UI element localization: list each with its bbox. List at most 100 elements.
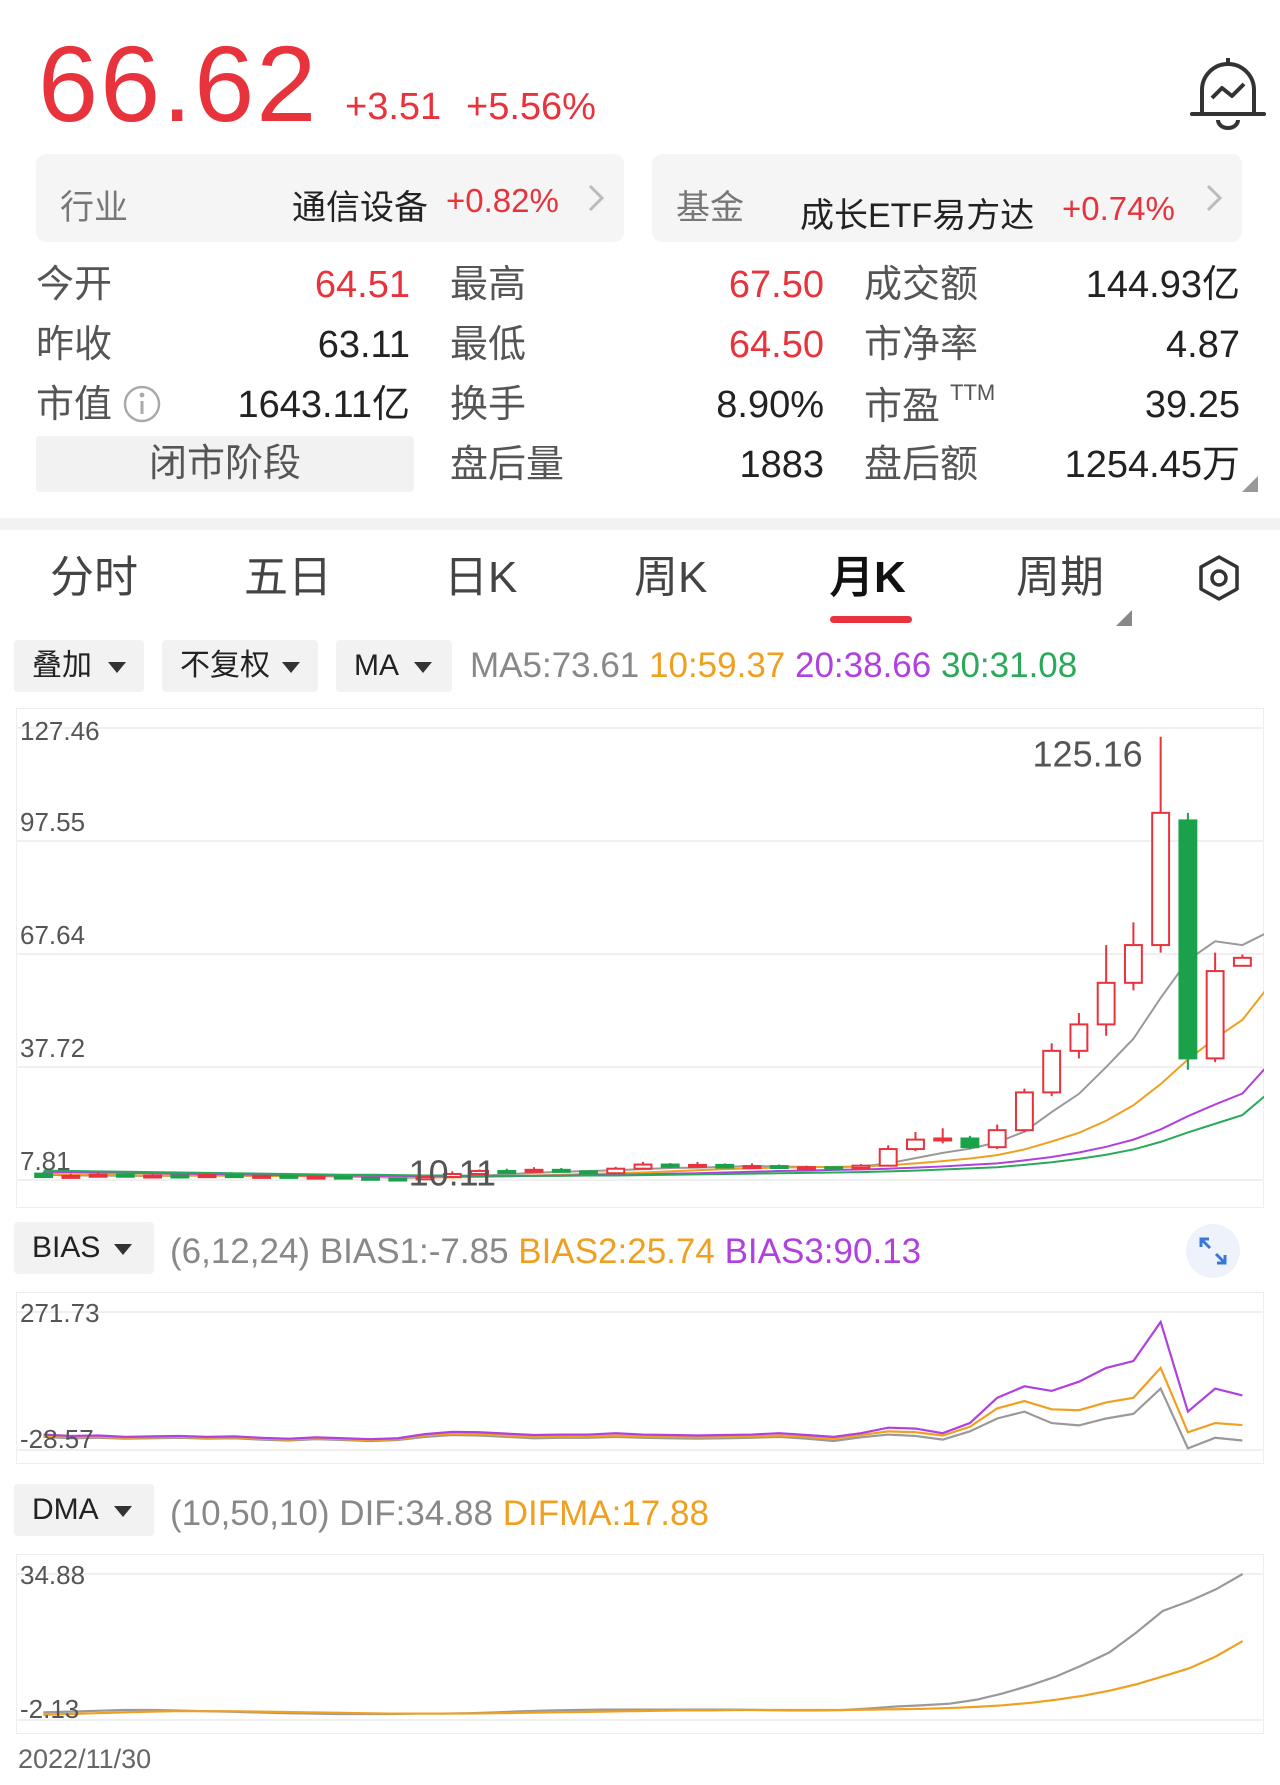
adjust-select[interactable]: 不复权 — [162, 640, 318, 692]
candle-body — [551, 1168, 571, 1173]
bias-axis-labels: 271.73 -28.57 — [20, 1298, 100, 1454]
candle-body — [579, 1170, 598, 1175]
tab-weekly-k[interactable]: 周K — [634, 556, 707, 600]
afterhours-volume-label: 盘后量 — [450, 444, 565, 486]
y-tick-label: -28.57 — [20, 1424, 94, 1454]
section-divider — [0, 518, 1280, 530]
industry-label: 行业 — [60, 189, 128, 227]
price-alert-bell-icon[interactable] — [1180, 58, 1276, 130]
ma30-line — [43, 1095, 1264, 1177]
x-axis-date: 2022/11/30 — [18, 1744, 152, 1774]
open-value: 64.51 — [314, 264, 410, 306]
open-label: 今开 — [36, 264, 113, 306]
dma-grid — [16, 1554, 1264, 1734]
chart-frame — [16, 1554, 1264, 1734]
fund-label: 基金 — [676, 189, 744, 227]
market-phase: 闭市阶段 — [36, 436, 414, 492]
amount-label: 成交额 — [864, 264, 979, 306]
tab-monthly-k[interactable]: 月K — [830, 556, 906, 600]
candle-body — [905, 1138, 925, 1151]
dif-readout: DIF:34.88 — [339, 1494, 493, 1533]
candle-body — [115, 1173, 135, 1178]
candle-body — [1069, 1023, 1089, 1052]
tab-daily-k[interactable]: 日K — [444, 556, 517, 600]
tab-period[interactable]: 周期 — [1016, 556, 1104, 600]
y-tick-label: 97.55 — [20, 807, 85, 837]
afterhours-amount-label: 盘后额 — [864, 444, 979, 486]
dropdown-caret-icon — [414, 662, 432, 673]
candle-body — [660, 1163, 680, 1168]
candle-body — [333, 1175, 353, 1180]
ma10-readout: 10:59.37 — [649, 646, 786, 685]
expand-arrows-icon — [1199, 1237, 1227, 1265]
settings-gear-icon[interactable] — [1196, 554, 1242, 602]
candle-body — [524, 1168, 544, 1173]
dma-chart[interactable]: 34.88 -2.13 — [16, 1554, 1264, 1734]
market-cap-label: 市值 — [36, 384, 113, 426]
main-indicator-select[interactable]: MA — [336, 640, 452, 692]
period-dropdown-corner-icon — [1116, 610, 1132, 626]
candlesticks — [34, 736, 1252, 1182]
ma20-readout: 20:38.66 — [795, 646, 932, 685]
candle-body — [715, 1163, 735, 1169]
info-icon[interactable] — [122, 384, 162, 424]
chevron-right-icon — [1206, 184, 1223, 212]
candle-body — [143, 1174, 163, 1179]
adjust-select-label: 不复权 — [180, 649, 270, 682]
candle-body — [933, 1137, 953, 1142]
dma-readout: (10,50,10) DIF:34.88 DIFMA:17.88 — [170, 1496, 709, 1531]
expand-corner-icon[interactable] — [1242, 476, 1258, 492]
candle-body — [497, 1169, 517, 1174]
tab-five-day[interactable]: 五日 — [244, 556, 332, 600]
candle-body — [388, 1177, 408, 1182]
y-tick-label: 67.64 — [20, 920, 85, 950]
pb-ratio-value: 4.87 — [1166, 324, 1240, 366]
fund-card[interactable]: 基金 成长ETF易方达 +0.74% — [652, 154, 1242, 242]
pe-ratio-value: 39.25 — [1144, 384, 1240, 426]
y-tick-label: -2.13 — [20, 1694, 79, 1724]
ma5-readout: MA5:73.61 — [470, 646, 640, 685]
candle-body — [1151, 811, 1171, 947]
candle-body — [878, 1148, 898, 1167]
price-change-pct: +5.56% — [466, 86, 596, 128]
low-label: 最低 — [450, 324, 527, 366]
pe-ratio-ttm-sup: TTM — [950, 380, 996, 405]
industry-card[interactable]: 行业 通信设备 +0.82% — [36, 154, 624, 242]
candle-body — [88, 1173, 108, 1178]
pe-ratio-label: 市盈 — [864, 386, 941, 428]
candle-body — [987, 1129, 1007, 1149]
bias1-readout: BIAS1:-7.85 — [319, 1232, 509, 1271]
tab-intraday[interactable]: 分时 — [50, 556, 138, 600]
min-price-annotation: 10.11 — [409, 1152, 496, 1193]
bias-indicator-select[interactable]: BIAS — [14, 1222, 154, 1274]
dma-select-label: DMA — [32, 1493, 99, 1526]
y-tick-label: 127.46 — [20, 716, 100, 746]
dma-lines — [43, 1573, 1244, 1716]
bias-readout: (6,12,24) BIAS1:-7.85 BIAS2:25.74 BIAS3:… — [170, 1234, 921, 1269]
candle-body — [742, 1165, 762, 1170]
bias-chart[interactable]: 271.73 -28.57 — [16, 1292, 1264, 1464]
dropdown-caret-icon — [108, 662, 126, 673]
dropdown-caret-icon — [282, 662, 300, 673]
dma-indicator-select[interactable]: DMA — [14, 1484, 154, 1536]
ma10-line — [43, 990, 1264, 1179]
monthly-candlestick-chart[interactable]: 127.46 97.55 67.64 37.72 7.81 125.16 10.11 — [16, 708, 1264, 1208]
y-tick-label: 37.72 — [20, 1033, 85, 1063]
overlay-select-label: 叠加 — [32, 649, 92, 682]
candle-body — [606, 1167, 626, 1175]
candle-body — [797, 1166, 816, 1171]
pb-ratio-label: 市净率 — [864, 324, 979, 366]
candle-body — [960, 1137, 980, 1149]
candle-body — [633, 1163, 653, 1170]
fullscreen-button[interactable] — [1186, 1224, 1240, 1278]
overlay-select[interactable]: 叠加 — [14, 640, 144, 692]
candle-body — [279, 1174, 299, 1179]
candle-body — [306, 1175, 326, 1180]
y-tick-label: 7.81 — [20, 1146, 71, 1176]
price-change: +3.51 — [345, 86, 442, 128]
dropdown-caret-icon — [114, 1506, 132, 1517]
candle-body — [1178, 819, 1198, 1060]
bias-lines — [43, 1319, 1243, 1450]
candle-body — [1014, 1091, 1034, 1132]
high-value: 67.50 — [728, 264, 824, 306]
